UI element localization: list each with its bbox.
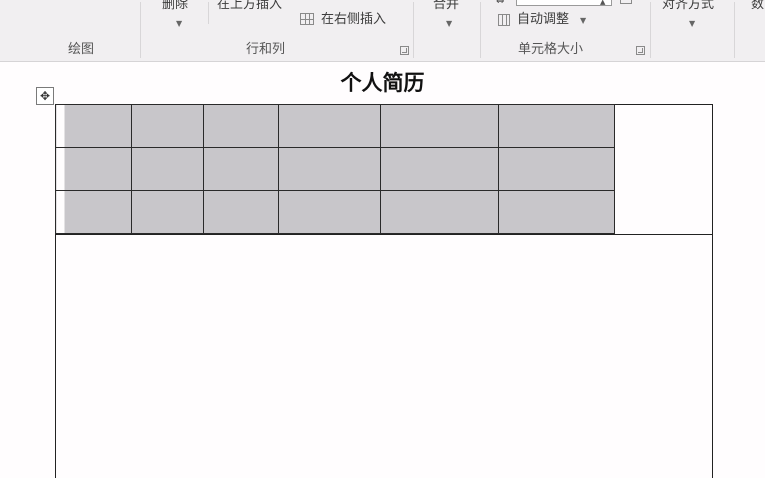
table-row (55, 104, 615, 148)
cell-width-input[interactable] (516, 0, 612, 6)
distribute-columns-icon[interactable] (620, 0, 632, 4)
table-cell[interactable] (203, 147, 279, 191)
data-button[interactable]: 数 (751, 0, 764, 13)
spin-arrows-icon[interactable]: ▲ (600, 0, 605, 6)
table-cell[interactable] (55, 147, 132, 191)
group-label-cell-size: 单元格大小 (518, 42, 584, 57)
group-label-draw: 绘图 (68, 42, 95, 57)
table-cell[interactable] (55, 190, 132, 234)
table-cell[interactable] (380, 190, 499, 234)
chevron-down-icon[interactable]: ▼ (580, 16, 586, 26)
chevron-down-icon[interactable]: ▼ (446, 19, 452, 29)
table-cell[interactable] (380, 147, 499, 191)
table-cell[interactable] (278, 190, 381, 234)
table-cell[interactable] (498, 190, 615, 234)
group-separator (650, 2, 651, 58)
alignment-button[interactable]: 对齐方式 (662, 0, 714, 13)
table-cell[interactable] (131, 104, 204, 148)
table-row (55, 147, 615, 191)
dialog-launcher-icon[interactable] (636, 46, 645, 55)
group-label-rows-cols: 行和列 (246, 42, 286, 57)
insert-above-button[interactable]: 在上方插入 (217, 0, 282, 13)
group-separator (208, 2, 209, 24)
dialog-launcher-icon[interactable] (400, 46, 409, 55)
autofit-button[interactable]: 自动调整 (517, 12, 569, 28)
table-cell[interactable] (380, 104, 499, 148)
autofit-icon (498, 14, 510, 26)
ribbon-layout-tab: 绘图 删除 ▼ 在上方插入 在右侧插入 行和列 合并 ▼ ⇔ ▲ 自动调整 ▼ … (0, 0, 765, 62)
merge-button[interactable]: 合并 (433, 0, 459, 13)
table-move-handle-icon[interactable]: ✥ (36, 87, 54, 105)
table-cell[interactable] (131, 147, 204, 191)
document-title[interactable]: 个人简历 (0, 70, 765, 96)
table-row (55, 190, 615, 234)
table-cell[interactable] (203, 104, 279, 148)
chevron-down-icon[interactable]: ▼ (689, 19, 695, 29)
table-cell[interactable] (55, 104, 132, 148)
group-separator (140, 2, 141, 58)
table-cell[interactable] (498, 104, 615, 148)
resume-table[interactable] (55, 104, 615, 234)
insert-right-button[interactable]: 在右侧插入 (321, 12, 386, 28)
group-separator (413, 2, 414, 58)
table-cell[interactable] (131, 190, 204, 234)
delete-button[interactable]: 删除 (162, 0, 188, 13)
table-cell[interactable] (278, 104, 381, 148)
group-separator (480, 2, 481, 58)
table-cell[interactable] (203, 190, 279, 234)
width-icon: ⇔ (496, 0, 505, 7)
table-cell[interactable] (278, 147, 381, 191)
chevron-down-icon[interactable]: ▼ (176, 19, 182, 29)
outer-table-row-border (55, 234, 713, 235)
group-separator (734, 2, 735, 58)
table-cell[interactable] (498, 147, 615, 191)
insert-right-icon (300, 13, 314, 25)
